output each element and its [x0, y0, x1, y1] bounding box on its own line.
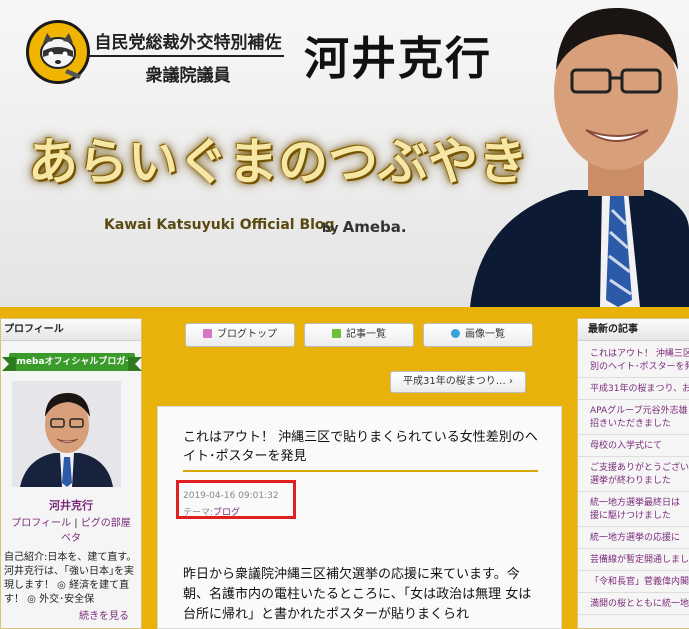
article-list-button[interactable]: 記事一覧	[304, 323, 414, 347]
beta-link[interactable]: ベタ	[61, 533, 81, 544]
politician-portrait-photo	[470, 7, 689, 307]
raccoon-logo-icon	[26, 20, 90, 84]
prev-post-button[interactable]: 平成31年の桜まつり… ›	[390, 371, 526, 393]
recent-article-item[interactable]: 統一地方選挙最終日は 援に駆けつけました	[578, 492, 689, 527]
blog-top-label: ブログトップ	[217, 329, 277, 340]
profile-heading: プロフィール	[1, 319, 141, 341]
house-title: 衆議院議員	[145, 66, 231, 86]
ameba-logo-text: Ameba.	[342, 218, 407, 236]
header-divider	[88, 55, 284, 57]
recent-article-item[interactable]: 母校の入学式にて	[578, 435, 689, 457]
profile-photo[interactable]	[12, 381, 121, 487]
recent-article-item[interactable]: 平成31年の桜まつり、お	[578, 378, 689, 400]
party-position-title: 自民党総裁外交特別補佐	[94, 33, 282, 53]
recent-articles-sidebar: 最新の記事 これはアウト！ 沖縄三区 別のヘイト･ポスターを発 平成31年の桜ま…	[577, 318, 689, 629]
blog-subtitle: Kawai Katsuyuki Official Blog	[104, 217, 335, 233]
profile-links: プロフィール | ピグの部屋 ベタ	[1, 516, 141, 546]
home-icon	[203, 329, 212, 338]
camera-icon	[451, 329, 460, 338]
article-title-underline	[183, 470, 538, 472]
blog-top-button[interactable]: ブログトップ	[185, 323, 295, 347]
recent-articles-list: これはアウト！ 沖縄三区 別のヘイト･ポスターを発 平成31年の桜まつり、お A…	[578, 343, 689, 615]
red-highlight-box	[176, 480, 296, 519]
blog-title: あらいぐまのつぶやき	[28, 133, 528, 191]
list-icon	[332, 329, 341, 338]
recent-article-item[interactable]: 「令和長官」菅義偉内閣	[578, 571, 689, 593]
recent-article-item[interactable]: 統一地方選挙の応援に	[578, 527, 689, 549]
recent-article-item[interactable]: これはアウト！ 沖縄三区 別のヘイト･ポスターを発	[578, 343, 689, 378]
article-list-label: 記事一覧	[346, 329, 386, 340]
profile-link[interactable]: プロフィール	[11, 518, 71, 529]
profile-intro-text: 自己紹介:日本を、建て直す。河井克行は、｢強い日本｣を実現します！ ◎ 経済を建…	[4, 552, 137, 605]
article-title[interactable]: これはアウト！ 沖縄三区で貼りまくられている女性差別のヘイト･ポスターを発見	[183, 428, 538, 466]
recent-article-item[interactable]: 芸備線が暫定開通しまし	[578, 549, 689, 571]
blog-header: 自民党総裁外交特別補佐 衆議院議員 河井克行 あらいぐまのつぶやき Kawai …	[0, 0, 689, 307]
pig-room-link[interactable]: ピグの部屋	[81, 518, 131, 529]
article-body: 昨日から衆議院沖縄三区補欠選挙の応援に来ています。今朝、名護市内の電柱いたるとこ…	[183, 567, 532, 622]
image-list-label: 画像一覧	[465, 329, 505, 340]
official-blogger-badge: Amebaオフィシャルブロガー	[2, 353, 142, 371]
article-card: これはアウト！ 沖縄三区で貼りまくられている女性差別のヘイト･ポスターを発見 2…	[157, 406, 562, 629]
image-list-button[interactable]: 画像一覧	[423, 323, 533, 347]
recent-article-item[interactable]: APAグループ元谷外志雄 招きいただきました	[578, 400, 689, 435]
ameba-by-text: by	[322, 221, 339, 235]
ameba-brand: by Ameba.	[322, 218, 407, 236]
profile-name[interactable]: 河井克行	[1, 497, 141, 513]
read-more-link[interactable]: 続きを見る	[79, 607, 129, 622]
recent-article-item[interactable]: ご支援ありがとうござい 選挙が終わりました	[578, 457, 689, 492]
recent-article-item[interactable]: 満開の桜とともに統一地	[578, 593, 689, 615]
profile-sidebar: プロフィール Amebaオフィシャルブロガー 河井克行 プロフィール | ピグの…	[0, 318, 142, 629]
recent-articles-heading: 最新の記事	[578, 319, 689, 341]
link-separator: |	[74, 518, 78, 529]
